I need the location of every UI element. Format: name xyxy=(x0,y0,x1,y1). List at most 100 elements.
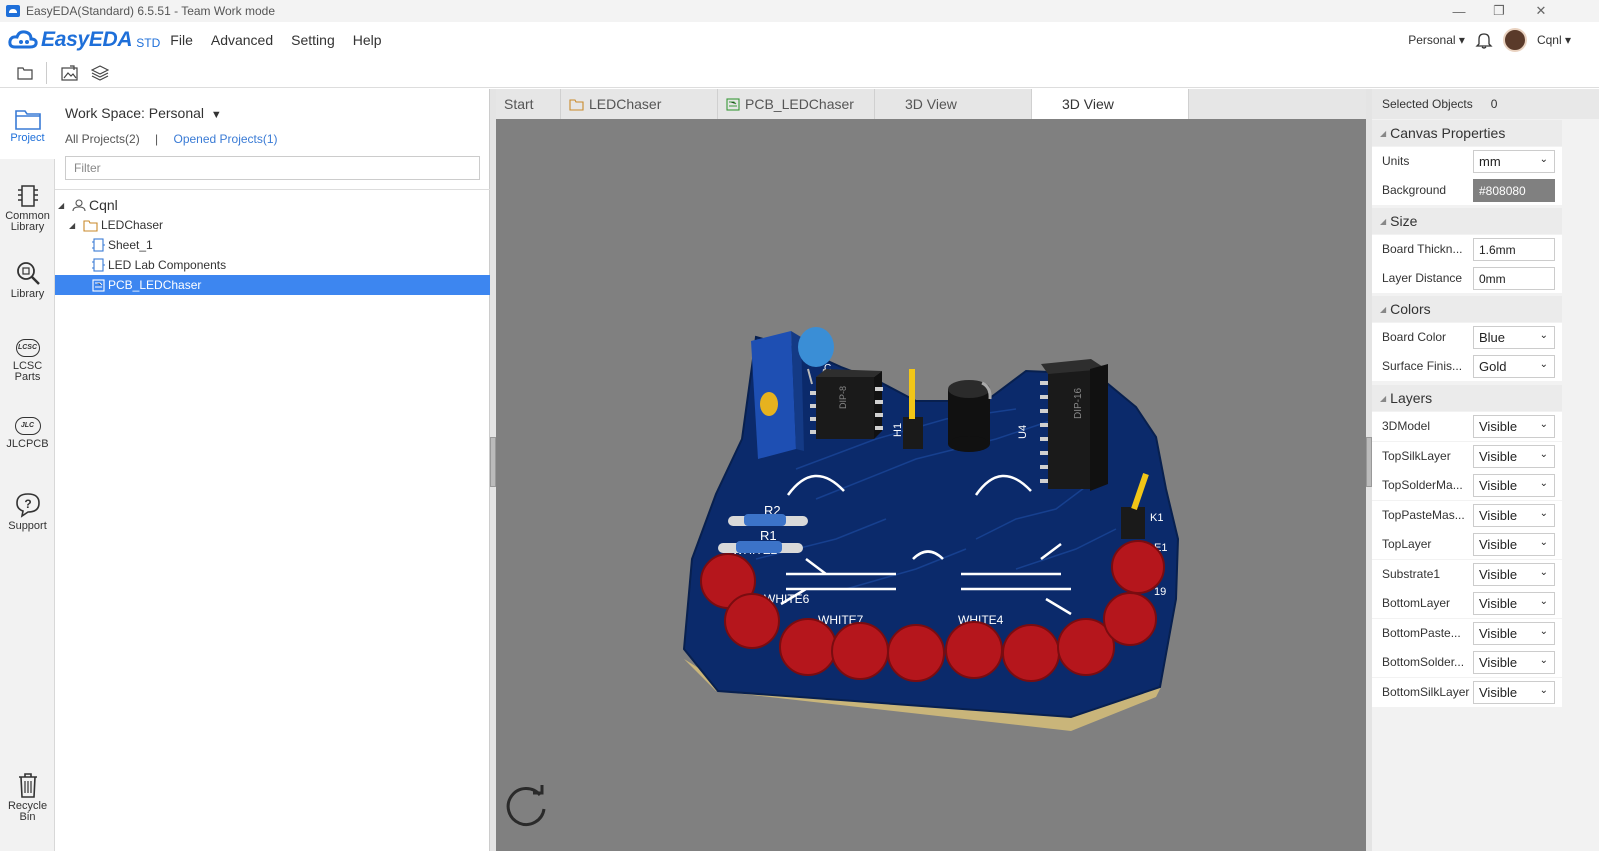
project-panel: Work Space: Personal ▼ All Projects(2) |… xyxy=(55,89,490,851)
workspace-label: Personal xyxy=(1408,33,1456,47)
support-icon: ? xyxy=(15,493,40,518)
layers-button[interactable] xyxy=(87,62,113,84)
layer-visibility-select[interactable]: Visible ⌄ xyxy=(1473,503,1555,527)
jlc-logo-text: JLC xyxy=(20,422,35,429)
layer-visibility-select[interactable]: Visible ⌄ xyxy=(1473,651,1555,674)
tree-expand-icon[interactable]: ◢ xyxy=(69,221,79,230)
tree-expand-icon[interactable]: ◢ xyxy=(58,201,68,210)
layer-visibility-select[interactable]: Visible ⌄ xyxy=(1473,474,1555,497)
all-projects-tab[interactable]: All Projects(2) xyxy=(65,132,140,146)
document-tabs: Start LEDChaser PCB_LEDChaser 3D View 3D… xyxy=(496,89,1366,119)
prop-board-thickness: Board Thickn... 1.6mm xyxy=(1372,235,1562,264)
tree-item-label: Sheet_1 xyxy=(108,238,153,252)
prop-layer-distance: Layer Distance 0mm xyxy=(1372,264,1562,293)
tree-item-components[interactable]: LED Lab Components xyxy=(55,255,490,275)
3d-canvas[interactable]: R2 R1 WHITE2 WHITE6 WHITE7 WHITE4 K1 E1 … xyxy=(496,119,1366,851)
prop-label: Layer Distance xyxy=(1382,271,1463,285)
tab-start[interactable]: Start xyxy=(496,89,561,119)
sidebar-item-recycle-bin[interactable]: Recycle Bin xyxy=(0,771,55,823)
common-library-icon xyxy=(17,185,38,207)
sidebar-item-label: Recycle Bin xyxy=(7,800,48,823)
prop-surface-finish: Surface Finis... Gold ⌄ xyxy=(1372,352,1562,381)
menu-file[interactable]: File xyxy=(170,32,193,48)
units-select[interactable]: mm ⌄ xyxy=(1473,150,1555,173)
prop-layer-row: 3DModel Visible ⌄ xyxy=(1372,412,1562,441)
tree-item-sheet[interactable]: Sheet_1 xyxy=(55,235,490,255)
sidebar-item-support[interactable]: ? Support xyxy=(0,491,55,532)
tab-ledchaser[interactable]: LEDChaser xyxy=(561,89,718,119)
surface-finish-select[interactable]: Gold ⌄ xyxy=(1473,355,1555,378)
close-button[interactable]: ✕ xyxy=(1521,0,1561,22)
layer-distance-input[interactable]: 0mm xyxy=(1473,267,1555,290)
layer-visibility-select[interactable]: Visible ⌄ xyxy=(1473,533,1555,556)
select-value: Visible xyxy=(1479,507,1518,523)
section-canvas-properties[interactable]: ◢ Canvas Properties xyxy=(1372,120,1562,146)
project-icon xyxy=(14,110,41,130)
layer-label: BottomPaste... xyxy=(1382,625,1461,640)
section-colors[interactable]: ◢ Colors xyxy=(1372,296,1562,322)
section-title: Canvas Properties xyxy=(1390,125,1506,141)
avatar[interactable] xyxy=(1502,28,1527,52)
layer-visibility-select[interactable]: Visible ⌄ xyxy=(1473,415,1555,438)
selected-objects-header: Selected Objects 0 xyxy=(1372,89,1599,119)
tab-3d-view[interactable]: 3D View xyxy=(875,89,1032,119)
user-dropdown[interactable]: Cqnl ▾ xyxy=(1537,33,1571,47)
workspace-selector[interactable]: Work Space: Personal ▼ xyxy=(65,105,222,121)
board-color-select[interactable]: Blue ⌄ xyxy=(1473,326,1555,349)
chevron-down-icon: ⌄ xyxy=(1539,625,1548,637)
cloud-logo-icon xyxy=(8,30,38,49)
layer-label: BottomSilkLayer xyxy=(1382,684,1470,699)
menu-help[interactable]: Help xyxy=(353,32,382,48)
silk-u4: U4 xyxy=(1017,425,1029,439)
input-value: 1.6mm xyxy=(1479,242,1516,257)
sidebar-item-library[interactable]: Library xyxy=(0,259,55,300)
workspace-dropdown[interactable]: Personal ▾ xyxy=(1408,33,1465,47)
layer-visibility-select[interactable]: Visible ⌄ xyxy=(1473,592,1555,615)
ic-dip16: DIP-16 xyxy=(1040,359,1108,491)
sidebar-item-lcsc-parts[interactable]: LCSC LCSC Parts xyxy=(0,339,55,383)
tree-item-project[interactable]: ◢ LEDChaser xyxy=(55,215,490,235)
export-image-button[interactable] xyxy=(57,62,83,84)
easyeda-logo[interactable]: EasyEDA STD xyxy=(8,28,160,52)
select-value: Visible xyxy=(1479,478,1518,493)
minimize-button[interactable]: — xyxy=(1439,0,1479,22)
open-folder-button[interactable] xyxy=(12,62,38,84)
menu-setting[interactable]: Setting xyxy=(291,32,335,48)
board-thickness-input[interactable]: 1.6mm xyxy=(1473,238,1555,261)
tab-pcb-ledchaser[interactable]: PCB_LEDChaser xyxy=(718,89,875,119)
menu-advanced[interactable]: Advanced xyxy=(211,32,273,48)
toolbar-divider xyxy=(46,61,47,84)
reset-view-icon[interactable] xyxy=(504,783,550,829)
silk-k1: K1 xyxy=(1150,512,1163,524)
sidebar-item-common-library[interactable]: Common Library xyxy=(0,183,55,233)
opened-projects-tab[interactable]: Opened Projects(1) xyxy=(174,132,278,146)
select-value: Visible xyxy=(1479,566,1518,582)
user-name: Cqnl xyxy=(1536,33,1562,47)
filter-input[interactable] xyxy=(65,156,480,180)
section-size[interactable]: ◢ Size xyxy=(1372,208,1562,234)
layer-visibility-select[interactable]: Visible ⌄ xyxy=(1473,562,1555,586)
prop-layer-row: Substrate1 Visible ⌄ xyxy=(1372,559,1562,589)
sidebar-item-project[interactable]: Project xyxy=(0,89,55,159)
maximize-button[interactable]: ❐ xyxy=(1479,0,1519,22)
tree-item-pcb[interactable]: PCB_LEDChaser xyxy=(55,275,490,295)
tree-item-user[interactable]: ◢ Cqnl xyxy=(55,195,490,215)
prop-units: Units mm ⌄ xyxy=(1372,147,1562,176)
bell-icon[interactable] xyxy=(1475,31,1493,49)
prop-background: Background #808080 xyxy=(1372,176,1562,205)
collapse-icon: ◢ xyxy=(1380,393,1387,403)
ic-dip8: DIP-8 xyxy=(810,369,883,439)
layer-visibility-select[interactable]: Visible ⌄ xyxy=(1473,444,1555,468)
potentiometer xyxy=(751,331,804,459)
section-layers[interactable]: ◢ Layers xyxy=(1372,385,1562,411)
library-icon xyxy=(16,262,40,285)
background-color-input[interactable]: #808080 xyxy=(1473,179,1555,202)
app-icon xyxy=(6,5,20,17)
tree-item-label: PCB_LEDChaser xyxy=(108,278,202,292)
layer-visibility-select[interactable]: Visible ⌄ xyxy=(1473,621,1555,645)
color-value: #808080 xyxy=(1479,183,1526,198)
tab-3d-view-active[interactable]: 3D View xyxy=(1032,89,1189,119)
sidebar-item-jlcpcb[interactable]: JLC JLCPCB xyxy=(0,417,55,450)
layer-visibility-select[interactable]: Visible ⌄ xyxy=(1473,680,1555,704)
user-icon xyxy=(72,199,86,212)
